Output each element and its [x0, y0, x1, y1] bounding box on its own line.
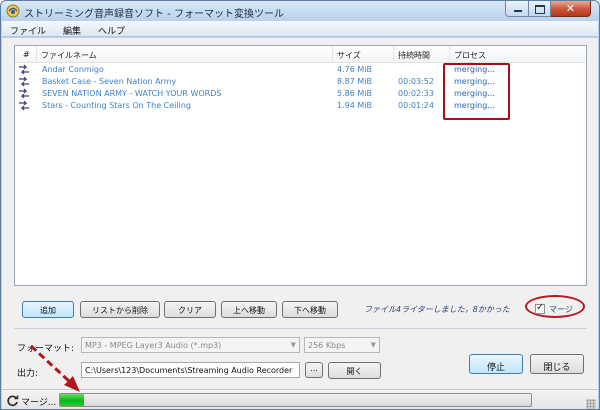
row-filename: SEVEN NATION ARMY - WATCH YOUR WORDS: [42, 89, 222, 98]
browse-button[interactable]: ...: [305, 362, 323, 378]
menu-edit[interactable]: 編集: [55, 21, 90, 37]
chevron-down-icon: ▼: [370, 341, 376, 349]
audio-file-arrows-icon: [19, 88, 29, 99]
close-icon: ✕: [565, 2, 576, 15]
window-title: ストリーミング音声録音ソフト - フォーマット変換ツール: [24, 9, 284, 20]
stop-button[interactable]: 停止: [469, 354, 523, 374]
clear-button[interactable]: クリア: [164, 301, 216, 318]
column-header-filename[interactable]: ファイルネーム: [37, 46, 333, 63]
bitrate-select[interactable]: 256 Kbps ▼: [304, 337, 380, 353]
row-size: 4.76 MiB: [337, 65, 372, 74]
row-filename: Stars - Counting Stars On The Ceiling: [42, 101, 191, 110]
merge-status-message: ファイル4ライターしました，8かかった: [364, 305, 510, 314]
format-label: フォーマット:: [17, 344, 75, 354]
column-header-process[interactable]: プロセス: [450, 46, 588, 63]
column-header-duration[interactable]: 持続時間: [394, 46, 450, 63]
close-button[interactable]: 閉じる: [530, 354, 584, 374]
divider: [14, 328, 587, 329]
status-bar: マージ...: [2, 389, 598, 409]
format-select[interactable]: MP3 - MPEG Layer3 Audio (*.mp3) ▼: [81, 337, 300, 353]
process-highlight-annotation: [443, 63, 510, 120]
add-button[interactable]: 追加: [22, 301, 74, 318]
app-record-icon: [6, 4, 20, 18]
minimize-button[interactable]: [505, 1, 529, 17]
maximize-button[interactable]: [529, 1, 551, 17]
format-select-value: MP3 - MPEG Layer3 Audio (*.mp3): [85, 341, 222, 350]
refresh-icon: [7, 395, 19, 407]
file-list[interactable]: # ファイルネーム サイズ 持続時間 プロセス Andar Conmigo 4.…: [14, 45, 587, 286]
merge-checkbox-label[interactable]: マージ: [549, 304, 573, 315]
row-duration: 00:03:52: [398, 77, 434, 86]
row-duration: 00:01:24: [398, 101, 434, 110]
audio-file-arrows-icon: [19, 100, 29, 111]
bitrate-select-value: 256 Kbps: [308, 341, 346, 350]
close-window-button[interactable]: ✕: [551, 1, 591, 17]
row-size: 5.86 MiB: [337, 89, 372, 98]
status-text: マージ...: [21, 398, 57, 408]
row-filename: Andar Conmigo: [42, 65, 104, 74]
list-header: # ファイルネーム サイズ 持続時間 プロセス: [15, 46, 586, 63]
resize-grip[interactable]: [586, 399, 596, 409]
move-up-button[interactable]: 上へ移動: [221, 301, 277, 318]
row-duration: 00:02:33: [398, 89, 434, 98]
move-down-button[interactable]: 下へ移動: [282, 301, 338, 318]
title-bar[interactable]: ストリーミング音声録音ソフト - フォーマット変換ツール ✕: [1, 1, 599, 21]
row-size: 1.94 MiB: [337, 101, 372, 110]
column-header-size[interactable]: サイズ: [333, 46, 394, 63]
row-filename: Basket Case - Seven Nation Army: [42, 77, 177, 86]
chevron-down-icon: ▼: [290, 341, 296, 349]
open-folder-button[interactable]: 開く: [328, 362, 381, 379]
window-controls: ✕: [505, 1, 591, 17]
audio-file-arrows-icon: [19, 64, 29, 75]
row-size: 8.87 MiB: [337, 77, 372, 86]
output-path-field[interactable]: C:\Users\123\Documents\Streaming Audio R…: [81, 362, 300, 378]
merge-progress-bar: [59, 393, 532, 407]
check-icon: ✓: [536, 302, 545, 313]
column-header-number[interactable]: #: [15, 46, 37, 63]
menu-bar: ファイル 編集 ヘルプ: [2, 21, 598, 37]
menu-help[interactable]: ヘルプ: [90, 21, 134, 37]
merge-checkbox[interactable]: ✓: [535, 302, 545, 314]
remove-from-list-button[interactable]: リストから削除: [80, 301, 160, 318]
app-window: ストリーミング音声録音ソフト - フォーマット変換ツール ✕ ファイル 編集 ヘ…: [0, 0, 600, 410]
menu-file[interactable]: ファイル: [2, 21, 55, 37]
client-area: # ファイルネーム サイズ 持続時間 プロセス Andar Conmigo 4.…: [2, 38, 598, 409]
progress-fill: [60, 394, 84, 406]
output-label: 出力:: [17, 369, 39, 379]
audio-file-arrows-icon: [19, 76, 29, 87]
